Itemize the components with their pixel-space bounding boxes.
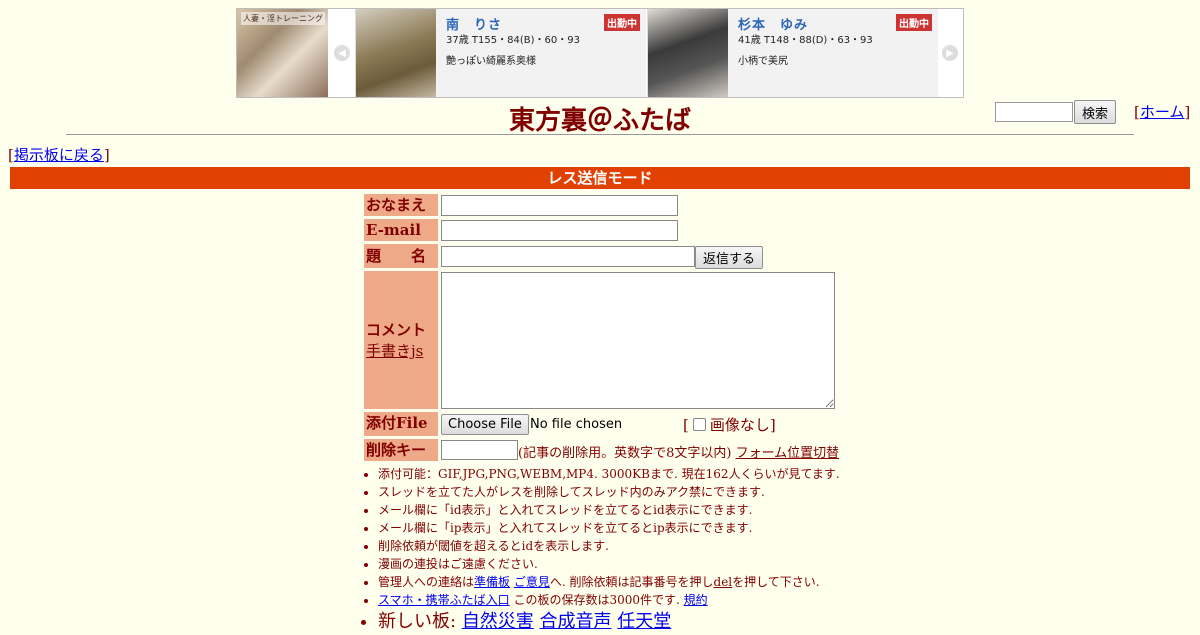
comment-textarea[interactable]	[441, 272, 835, 409]
comment-label-cell: コメント 手書きjs	[364, 271, 438, 409]
delete-key-field[interactable]	[441, 440, 518, 460]
ad-card-description: 小柄で美尻	[738, 56, 788, 67]
email-label: E-mail	[364, 219, 438, 241]
note-text: を押して下さい.	[732, 575, 820, 589]
chevron-right-icon: ▶	[942, 45, 958, 61]
ad-card-photo	[648, 9, 728, 97]
search-button[interactable]: 検索	[1074, 100, 1117, 124]
list-item: 添付可能：GIF,JPG,PNG,WEBM,MP4. 3000KBまで. 現在1…	[378, 465, 840, 483]
ad-card-stats: 41歳 T148・88(D)・63・93	[738, 35, 873, 46]
list-item: 漫画の連投はご遠慮ください.	[378, 555, 840, 573]
name-label: おなまえ	[364, 194, 438, 216]
home-nav: [ホーム]	[1134, 103, 1191, 121]
back-to-board-link[interactable]: 掲示板に戻る	[14, 146, 104, 164]
delete-key-hint: (記事の削除用。英数字で8文字以内)	[518, 446, 732, 461]
list-item: メール欄に「ip表示」と入れてスレッドを立てるとip表示にできます.	[378, 519, 840, 537]
reply-mode-header: レス送信モード	[10, 167, 1190, 189]
choose-file-button[interactable]: Choose File	[441, 414, 529, 435]
ad-card-photo	[356, 9, 436, 97]
email-field[interactable]	[441, 220, 678, 241]
rules-link[interactable]: 規約	[684, 593, 708, 607]
ad-card-status-badge: 出勤中	[604, 14, 640, 31]
comment-label: コメント	[366, 321, 427, 339]
search-input[interactable]	[995, 102, 1073, 122]
file-status: No file chosen	[530, 417, 623, 432]
new-board-link-disaster[interactable]: 自然災害	[462, 611, 534, 632]
ad-thumbnail[interactable]: 人妻・淫トレーニング	[237, 9, 328, 97]
list-item: 新しい板: 自然災害 合成音声 任天堂	[378, 609, 840, 635]
subject-label: 題 名	[364, 244, 438, 268]
delete-key-note: (記事の削除用。英数字で8文字以内) フォーム位置切替	[518, 442, 839, 461]
list-item: 削除依頼が閾値を超えるとidを表示します.	[378, 537, 840, 555]
list-item: メール欄に「id表示」と入れてスレッドを立てるとid表示にできます.	[378, 501, 840, 519]
ad-banner[interactable]: 人妻・淫トレーニング ◀ 南 りさ 出勤中 37歳 T155・84(B)・60・…	[236, 8, 964, 98]
ad-prev-button[interactable]: ◀	[329, 9, 355, 97]
ad-card[interactable]: 南 りさ 出勤中 37歳 T155・84(B)・60・93 艶っぽい綺麗系奥様	[355, 9, 646, 97]
handwriting-link[interactable]: 手書きjs	[366, 342, 423, 360]
ad-thumbnail-text: 人妻・淫トレーニング	[241, 12, 325, 25]
board-notes: 添付可能：GIF,JPG,PNG,WEBM,MP4. 3000KBまで. 現在1…	[362, 465, 840, 635]
delete-key-label: 削除キー	[364, 439, 438, 461]
ad-card[interactable]: 杉本 ゆみ 出勤中 41歳 T148・88(D)・63・93 小柄で美尻	[647, 9, 938, 97]
list-item: 管理人への連絡は準備板 ご意見へ. 削除依頼は記事番号を押しdelを押して下さい…	[378, 573, 840, 591]
search-form: 検索	[995, 100, 1117, 124]
ad-card-stats: 37歳 T155・84(B)・60・93	[446, 35, 580, 46]
no-image-option: [画像なし]	[683, 415, 776, 435]
new-board-link-synth-voice[interactable]: 合成音声	[540, 611, 612, 632]
list-item: スレッドを立てた人がレスを削除してスレッド内のみアク禁にできます.	[378, 483, 840, 501]
feedback-link[interactable]: ご意見	[514, 575, 550, 589]
reply-submit-button[interactable]: 返信する	[695, 246, 764, 269]
file-label: 添付File	[364, 412, 438, 436]
subject-field[interactable]	[441, 246, 695, 267]
new-board-link-nintendo[interactable]: 任天堂	[617, 611, 671, 632]
list-item: スマホ・携帯ふたば入口 この板の保存数は3000件です. 規約	[378, 591, 840, 609]
form-position-toggle-link[interactable]: フォーム位置切替	[736, 446, 840, 461]
no-image-label: 画像なし	[709, 416, 770, 434]
no-image-checkbox[interactable]	[692, 418, 706, 431]
note-text: 管理人への連絡は	[378, 575, 475, 589]
name-field[interactable]	[441, 195, 678, 216]
note-text: へ. 削除依頼は記事番号を押し	[549, 575, 714, 589]
note-text: 新しい板:	[378, 611, 457, 632]
prep-board-link[interactable]: 準備板	[474, 575, 510, 589]
home-link[interactable]: ホーム	[1140, 103, 1185, 121]
ad-card-status-badge: 出勤中	[896, 14, 932, 31]
ad-next-button[interactable]: ▶	[937, 9, 963, 97]
note-text: この板の保存数は3000件です.	[513, 593, 680, 607]
title-divider	[66, 134, 1134, 135]
chevron-left-icon: ◀	[334, 45, 350, 61]
back-nav: [掲示板に戻る]	[8, 146, 110, 164]
mobile-entrance-link[interactable]: スマホ・携帯ふたば入口	[378, 593, 510, 607]
ad-card-description: 艶っぽい綺麗系奥様	[446, 56, 536, 67]
del-link[interactable]: del	[714, 575, 733, 589]
